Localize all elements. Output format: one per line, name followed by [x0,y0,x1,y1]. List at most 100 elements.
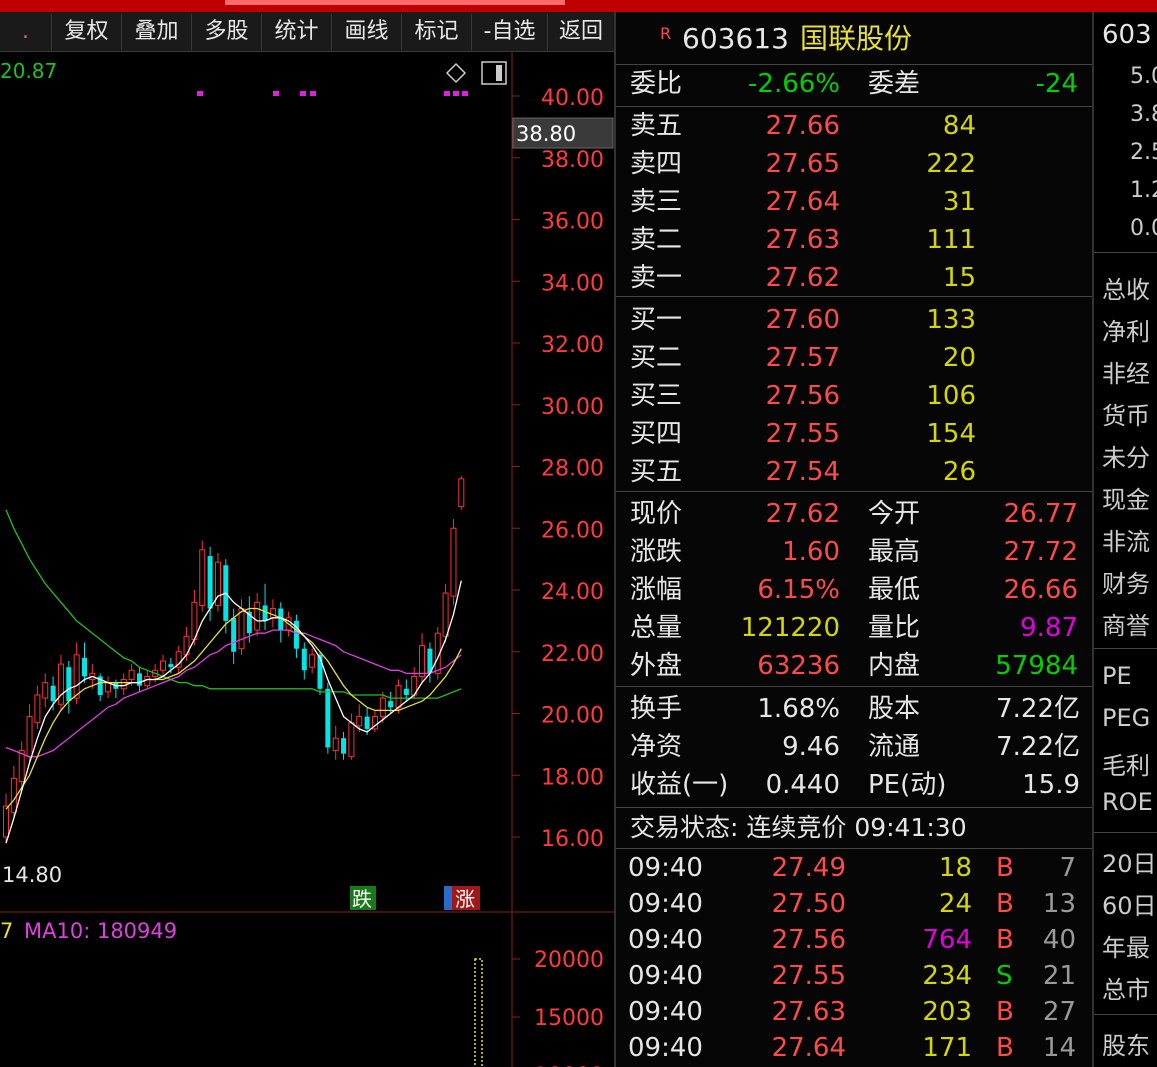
candle-body-up [10,777,17,813]
candle-body-up [450,527,457,597]
bid-price: 27.55 [765,419,840,449]
candle-body-up [128,669,135,681]
side-axis-number: 1.2 [1130,178,1157,203]
tick-volume: 24 [938,889,972,919]
ask-price: 27.66 [765,111,840,141]
kline-chart-svg: 40.00 38.00 36.00 34.00 32.00 30.00 28.00 26.00… [0,52,614,1067]
side-finance-label: 总收 [1102,276,1150,304]
stat-value: 0.440 [765,770,840,800]
low-price-label: 14.80 [2,863,62,887]
stat-label: 收益(一) [630,770,729,800]
candle-body-down [82,657,87,677]
separator [616,848,1094,849]
stat-label: 涨幅 [630,575,683,605]
toolbar-back-button[interactable]: 返回 [548,14,614,50]
event-marker [197,91,203,96]
candles-group [3,475,465,844]
kline-chart-area[interactable]: 40.00 38.00 36.00 34.00 32.00 30.00 28.00 26.00… [0,52,614,1067]
toolbar-remove-watchlist-button[interactable]: -自选 [472,14,548,50]
candle-body-up [332,737,339,752]
candle-body-up [356,716,363,727]
price-axis-label: 22.00 [541,642,604,667]
stat-value: 1.60 [782,537,840,567]
tick-time: 09:40 [628,961,703,991]
tick-count: 40 [1042,925,1076,955]
ask-volume: 222 [926,149,976,179]
side-holder-label: 股东 [1102,1032,1150,1060]
candle-body-down [364,716,370,729]
candle-body-down [325,688,331,748]
price-axis-label: 26.00 [541,518,604,543]
candle-body-down [317,654,323,689]
tick-side: B [996,853,1014,883]
stat-label: 流通 [868,732,921,762]
volume-axis-label: 20000 [534,948,604,973]
event-marker [453,91,459,96]
weibi-value: -2.66% [748,69,840,99]
side-finance-label: 未分 [1102,444,1150,472]
side-finance-label: 财务 [1102,570,1150,598]
separator [616,64,1094,65]
side-stock-code: 603 [1102,20,1152,50]
candle-body-up [144,675,151,687]
candle-body-up [269,608,276,619]
toolbar-overlay-button[interactable]: 叠加 [122,14,192,50]
ask-volume: 15 [942,263,976,293]
current-price-marker-label: 38.80 [516,122,576,146]
ask-volume: 111 [926,225,976,255]
toolbar-stats-button[interactable]: 统计 [262,14,332,50]
bid-volume: 26 [942,457,976,487]
stat-value: 6.15% [757,575,840,605]
toolbar-mark-button[interactable]: 标记 [402,14,472,50]
quote-panel: R 603613 国联股份 委比 -2.66% 委差 -24 交易状态: 连续竞… [614,12,1094,1067]
ask-price: 27.65 [765,149,840,179]
tick-price: 27.64 [771,1033,846,1063]
tick-count: 13 [1042,889,1076,919]
side-valuation-label: 毛利 [1102,752,1150,780]
side-axis-number: 5.0 [1130,64,1157,89]
candle-body-up [348,722,355,758]
stat-label: 今开 [868,499,921,529]
trade-status: 交易状态: 连续竞价 09:41:30 [630,813,967,842]
finance-side-panel: 603 5.0 3.8 2.5 1.2 0.0 总收净利非经货币未分现金非流财务商誉 PE P… [1092,12,1157,1067]
event-marker [273,91,279,96]
ask-price: 27.62 [765,263,840,293]
side-finance-label: 现金 [1102,486,1150,514]
candle-body-up [18,750,25,782]
tick-time: 09:40 [628,853,703,883]
panel-toggle-icon-fill [496,65,502,81]
stat-label: 内盘 [868,651,921,681]
stat-value: 57984 [995,651,1078,681]
toolbar-fuquan-button[interactable]: 复权 [52,14,122,50]
side-axis-number: 2.5 [1130,140,1157,165]
r-badge: R [660,24,672,43]
side-axis-number: 3.8 [1130,102,1157,127]
side-separator [1094,252,1157,253]
stock-name: 国联股份 [800,22,913,55]
ask-level-label: 卖四 [630,149,683,179]
tick-side: S [996,961,1013,991]
stat-label: 外盘 [630,651,683,681]
candle-body-up [120,679,127,690]
toolbar-multistock-button[interactable]: 多股 [192,14,262,50]
volume-ma5-readout: 7 [0,919,13,943]
separator [616,491,1094,492]
candle-body-down [341,738,347,754]
bid-volume: 154 [926,419,976,449]
separator [616,686,1094,687]
stat-value: 9.87 [1020,613,1078,643]
tick-time: 09:40 [628,997,703,1027]
toolbar-draw-button[interactable]: 画线 [332,14,402,50]
candle-body-up [379,697,386,718]
side-valuation-label: PEG [1102,704,1151,732]
tick-count: 7 [1059,853,1076,883]
ask-level-label: 卖二 [630,225,683,255]
side-finance-label: 商誉 [1102,612,1150,640]
candle-body-up [458,478,465,508]
tick-volume: 18 [938,853,972,883]
tick-time: 09:40 [628,1033,703,1063]
tick-side: B [996,925,1014,955]
tick-side: B [996,997,1014,1027]
candle-body-up [309,654,316,668]
bid-level-label: 买五 [630,457,683,487]
